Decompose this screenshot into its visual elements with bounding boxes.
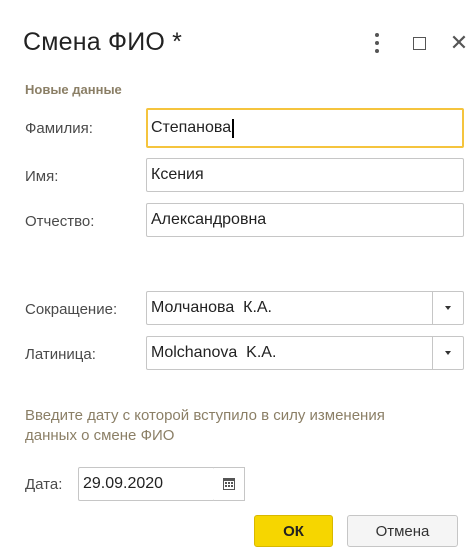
chevron-down-icon [445,351,451,355]
chevron-down-icon [445,306,451,310]
patronymic-input[interactable]: Александровна [146,203,464,237]
maximize-button[interactable] [406,30,432,56]
close-button[interactable]: ✕ [446,30,472,56]
date-value: 29.09.2020 [83,475,164,492]
abbreviation-value: Молчанова К.А. [151,299,272,316]
cancel-button[interactable]: Отмена [347,515,458,547]
latin-dropdown-button[interactable] [432,337,463,369]
latin-select[interactable]: Molchanova K.A. [146,336,464,370]
maximize-icon [412,36,426,50]
name-input[interactable]: Ксения [146,158,464,192]
latin-label: Латиница: [25,346,96,363]
date-label: Дата: [25,476,63,493]
change-name-dialog: Смена ФИО * ✕ Новые данные Фамилия: Степ… [0,0,476,554]
surname-input[interactable]: Степанова [146,108,464,148]
patronymic-label: Отчество: [25,213,95,230]
latin-value: Molchanova K.A. [151,344,277,361]
name-label: Имя: [25,168,59,185]
surname-label: Фамилия: [25,120,93,137]
section-title-new-data: Новые данные [25,82,122,97]
patronymic-value: Александровна [151,211,267,228]
ok-button[interactable]: ОК [254,515,333,547]
dialog-title: Смена ФИО * [23,28,183,56]
calendar-icon [223,478,235,490]
abbreviation-dropdown-button[interactable] [432,292,463,324]
close-icon: ✕ [449,30,469,55]
kebab-menu-icon [375,31,379,55]
date-hint-text: Введите дату с которой вступило в силу и… [25,407,385,444]
surname-value: Степанова [151,119,232,136]
name-value: Ксения [151,166,204,183]
abbreviation-select[interactable]: Молчанова К.А. [146,291,464,325]
text-cursor [232,118,234,138]
more-menu-button[interactable] [364,30,390,56]
date-input[interactable]: 29.09.2020 [78,467,215,501]
calendar-button[interactable] [214,467,245,501]
abbreviation-label: Сокращение: [25,301,118,318]
